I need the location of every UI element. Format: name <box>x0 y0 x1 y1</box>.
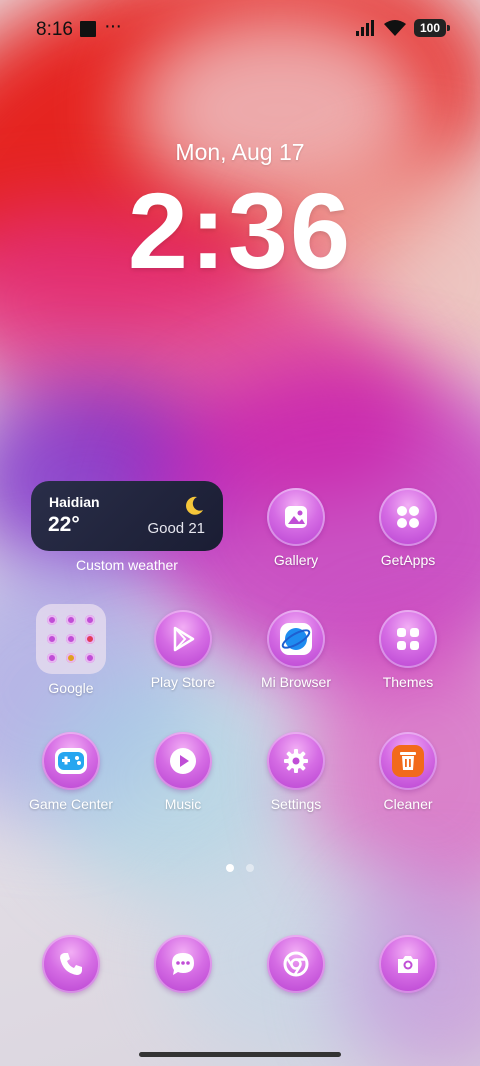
app-label: Google <box>48 680 94 696</box>
app-label: Mi Browser <box>260 674 331 690</box>
music-icon <box>154 732 212 790</box>
gamepad-icon <box>42 732 100 790</box>
app-themes[interactable]: Themes <box>353 610 463 690</box>
app-gallery[interactable]: Gallery <box>241 488 351 568</box>
page-dot[interactable] <box>246 864 254 872</box>
app-label: Cleaner <box>383 796 433 812</box>
lockscreen-date: Mon, Aug 17 <box>175 139 305 165</box>
notification-icon <box>80 21 96 37</box>
folder-google[interactable]: Google <box>16 604 126 696</box>
messages-icon <box>154 935 212 993</box>
app-game-center[interactable]: Game Center <box>16 732 126 812</box>
page-indicator[interactable] <box>0 864 480 872</box>
browser-icon <box>267 610 325 668</box>
phone-icon <box>42 935 100 993</box>
weather-city: Haidian <box>49 494 100 510</box>
status-time: 8:16 <box>36 19 73 40</box>
moon-icon <box>186 496 203 515</box>
dock-camera[interactable] <box>353 935 463 993</box>
grid-icon <box>379 488 437 546</box>
weather-widget[interactable]: Haidian 22° Good 21 <box>31 481 223 551</box>
app-label: Settings <box>270 796 322 812</box>
weather-temperature: 22° <box>48 513 80 536</box>
trash-icon <box>379 732 437 790</box>
battery-icon: 100 <box>413 19 451 37</box>
app-cleaner[interactable]: Cleaner <box>353 732 463 812</box>
clock-widget[interactable]: 2:36 <box>0 168 480 293</box>
signal-icon <box>355 20 374 36</box>
app-label: GetApps <box>380 552 436 568</box>
weather-widget-label: Custom weather <box>76 557 178 573</box>
folder-icon <box>36 604 106 674</box>
app-mi-browser[interactable]: Mi Browser <box>241 610 351 690</box>
app-getapps[interactable]: GetApps <box>353 488 463 568</box>
dock-messages[interactable] <box>128 935 238 993</box>
app-settings[interactable]: Settings <box>241 732 351 812</box>
page-dot-active[interactable] <box>226 864 234 872</box>
app-music[interactable]: Music <box>128 732 238 812</box>
themes-icon <box>379 610 437 668</box>
app-label: Themes <box>382 674 434 690</box>
gear-icon <box>267 732 325 790</box>
air-quality: Good 21 <box>147 520 205 537</box>
gallery-icon <box>267 488 325 546</box>
app-label: Play Store <box>150 674 216 690</box>
wifi-icon <box>383 20 406 36</box>
more-notifications-icon: ··· <box>104 15 122 37</box>
home-gesture-bar[interactable] <box>139 1052 341 1057</box>
chrome-icon <box>267 935 325 993</box>
dock-chrome[interactable] <box>241 935 351 993</box>
status-bar: 8:16 ··· 100 <box>0 0 480 60</box>
app-label: Music <box>164 796 202 812</box>
app-label: Game Center <box>28 796 114 812</box>
camera-icon <box>379 935 437 993</box>
app-play-store[interactable]: Play Store <box>128 610 238 690</box>
dock-phone[interactable] <box>16 935 126 993</box>
play-store-icon <box>154 610 212 668</box>
app-label: Gallery <box>273 552 319 568</box>
